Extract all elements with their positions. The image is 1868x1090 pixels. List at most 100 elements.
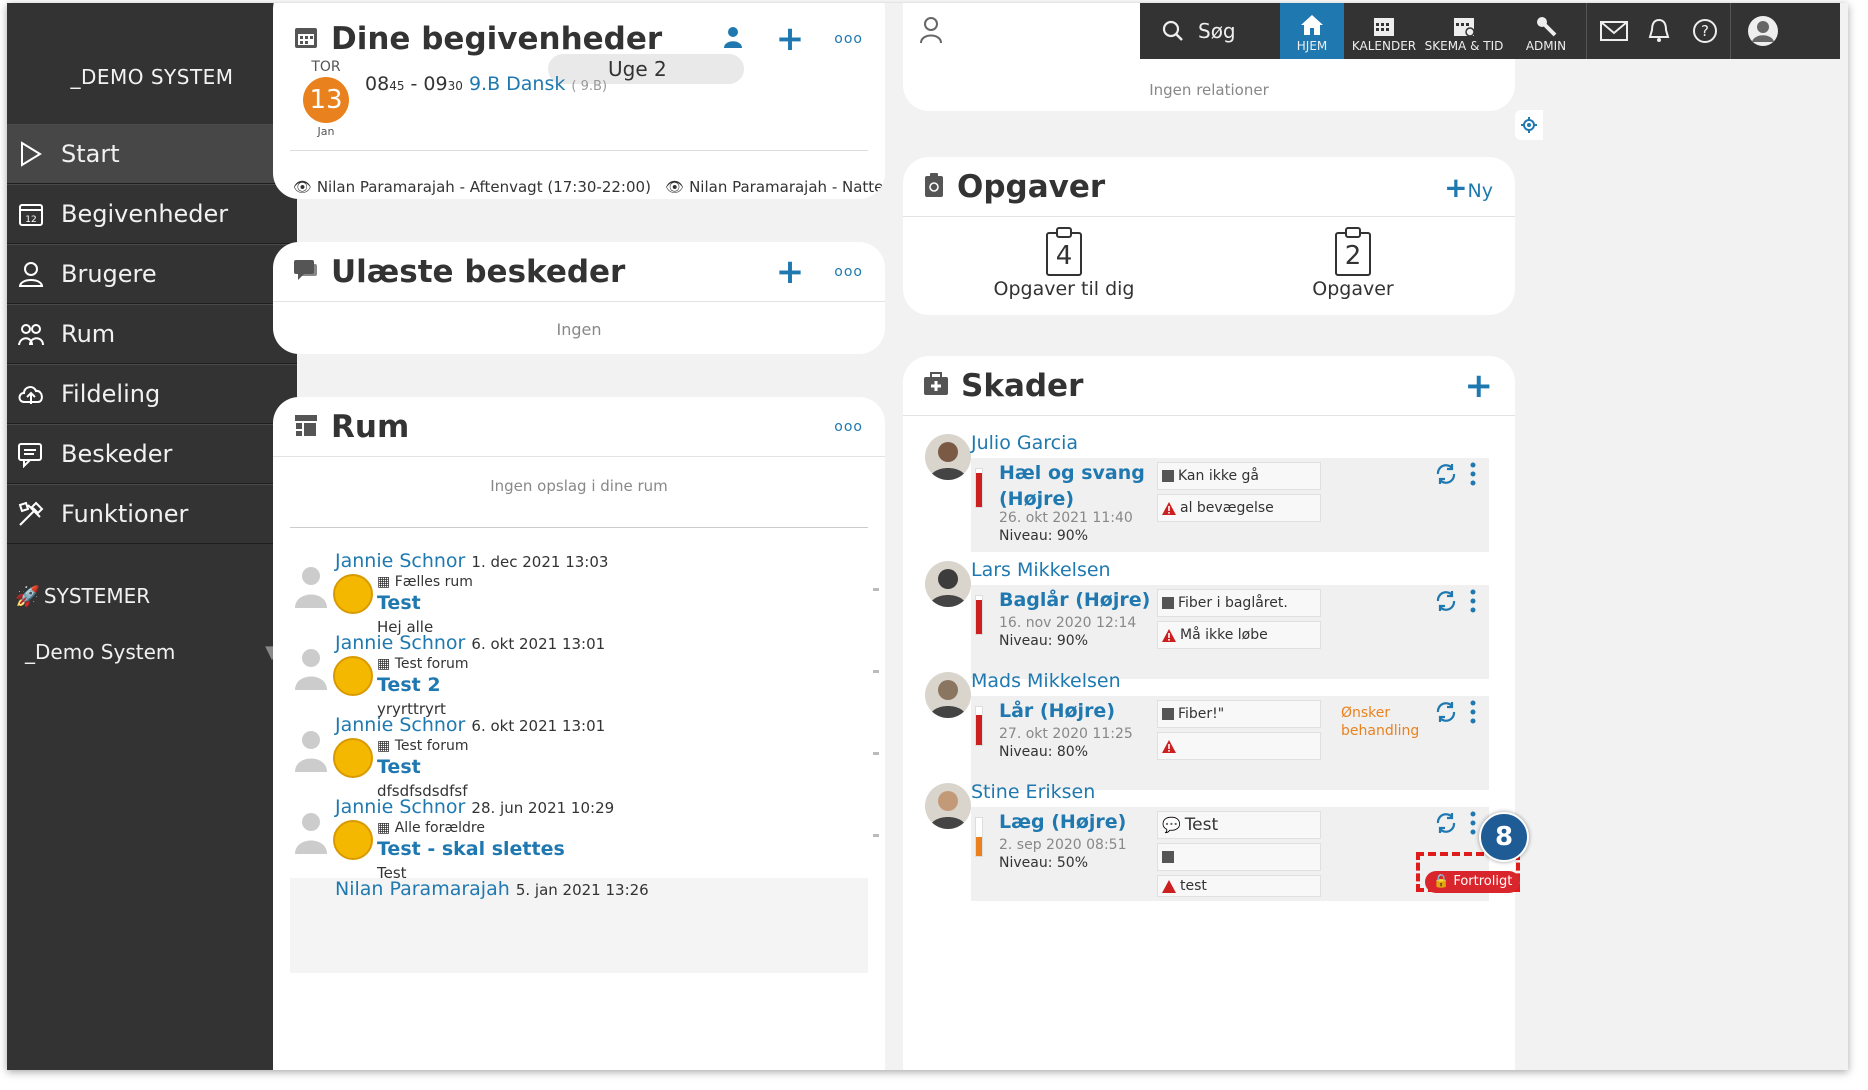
post-title[interactable]: Test [377, 592, 421, 614]
injury-row[interactable]: Baglår (Højre) 16. nov 2020 12:14 Niveau… [971, 585, 1489, 679]
warning-icon [1162, 501, 1176, 515]
player-name[interactable]: Mads Mikkelsen [971, 670, 1121, 692]
events-title: Dine begivenheder [331, 21, 663, 57]
injury-title[interactable]: Baglår (Højre) [999, 587, 1169, 613]
injury-restriction-text: al bevægelse [1180, 500, 1274, 516]
refresh-icon[interactable] [1434, 700, 1458, 724]
post-author[interactable]: Jannie Schnor 28. jun 2021 10:29 [335, 796, 614, 818]
search-button[interactable]: Søg [1140, 3, 1280, 59]
nav-admin[interactable]: ADMIN [1506, 3, 1586, 59]
post-author[interactable]: Jannie Schnor 1. dec 2021 13:03 [335, 550, 608, 572]
settings-gear-icon[interactable] [1515, 110, 1543, 140]
injury-row[interactable]: Hæl og svang (Højre) 26. okt 2021 11:40 … [971, 458, 1489, 552]
sidebar-item-label: Begivenheder [61, 200, 229, 228]
sidebar-item-start[interactable]: Start [7, 124, 297, 184]
user-silhouette-icon [919, 15, 945, 45]
events-card: Dine begivenheder + ooo Uge 2 TOR 13 Jan… [273, 3, 885, 199]
kebab-menu-icon[interactable] [1468, 589, 1478, 613]
nav-hjem[interactable]: HJEM [1280, 3, 1344, 59]
help-button[interactable]: ? [1678, 3, 1732, 59]
post-item[interactable]: Jannie Schnor 1. dec 2021 13:03 ▦ Fælles… [293, 550, 885, 645]
post-item[interactable]: Nilan Paramarajah 5. jan 2021 13:26 [290, 878, 868, 973]
sidebar-item-brugere[interactable]: Brugere [7, 244, 297, 304]
post-author[interactable]: Nilan Paramarajah 5. jan 2021 13:26 [335, 878, 649, 900]
sidebar-item-begivenheder[interactable]: 12 Begivenheder [7, 184, 297, 244]
post-author[interactable]: Jannie Schnor 6. okt 2021 13:01 [335, 632, 605, 654]
post-title[interactable]: Test [377, 756, 421, 778]
new-message-button[interactable]: + [776, 255, 805, 289]
nav-skema-tid[interactable]: SKEMA & TID [1422, 3, 1506, 59]
clipboard-icon [923, 172, 945, 202]
player-name[interactable]: Stine Eriksen [971, 781, 1095, 803]
injury-note: Kan ikke gå [1157, 462, 1321, 490]
more-options-icon[interactable]: ooo [834, 419, 863, 435]
rooms-actions: ooo [834, 397, 863, 457]
event-end-hour: 09 [423, 73, 448, 95]
event-month: Jan [317, 125, 335, 138]
injury-title[interactable]: Lår (Højre) [999, 698, 1169, 724]
refresh-icon[interactable] [1434, 589, 1458, 613]
new-task-label: Ny [1467, 179, 1493, 202]
sidebar-item-label: Start [61, 140, 120, 168]
warning-icon [1162, 879, 1176, 893]
sidebar-item-label: Funktioner [61, 500, 189, 528]
injury-title[interactable]: Hæl og svang (Højre) [999, 460, 1169, 512]
calendar-grid-icon [1374, 18, 1394, 36]
user-calendar-icon[interactable] [722, 25, 746, 53]
rooms-empty: Ingen opslag i dine rum [490, 477, 668, 495]
injury-row[interactable]: Læg (Højre) 2. sep 2020 08:51 Niveau: 50… [971, 807, 1489, 901]
unread-actions: + ooo [776, 242, 863, 302]
calendar-icon [293, 24, 319, 54]
scroll-indicator [873, 670, 879, 673]
rooms-title: Rum [331, 408, 410, 445]
injury-restriction: Må ikke løbe [1157, 621, 1321, 649]
kebab-menu-icon[interactable] [1468, 811, 1478, 835]
profile-button[interactable] [1730, 3, 1794, 59]
more-options-icon[interactable]: ooo [834, 31, 863, 47]
new-task-button[interactable]: +Ny [1444, 171, 1493, 204]
kebab-menu-icon[interactable] [1468, 462, 1478, 486]
unread-title: Ulæste beskeder [331, 253, 626, 290]
event-row[interactable]: 0845 - 0930 9.B Dansk ( 9.B) [365, 73, 607, 95]
sidebar-item-beskeder[interactable]: Beskeder [7, 424, 297, 484]
add-event-button[interactable]: + [776, 22, 805, 56]
sidebar-item-rum[interactable]: Rum [7, 304, 297, 364]
refresh-icon[interactable] [1434, 462, 1458, 486]
post-title[interactable]: Test - skal slettes [377, 838, 565, 860]
post-item[interactable]: Jannie Schnor 28. jun 2021 10:29 ▦ Alle … [293, 796, 885, 891]
post-item[interactable]: Jannie Schnor 6. okt 2021 13:01 ▦ Test f… [293, 632, 885, 727]
confidential-badge[interactable]: 🔒 Fortroligt [1425, 871, 1521, 893]
smiley-avatar [333, 820, 373, 860]
injury-date: 26. okt 2021 11:40 [999, 510, 1133, 526]
post-title[interactable]: Test 2 [377, 674, 441, 696]
scroll-indicator [873, 834, 879, 837]
more-options-icon[interactable]: ooo [834, 264, 863, 280]
sidebar-item-funktioner[interactable]: Funktioner [7, 484, 297, 544]
my-tasks[interactable]: 4 Opgaver til dig [964, 227, 1164, 300]
injury-row[interactable]: Lår (Højre) 27. okt 2020 11:25 Niveau: 8… [971, 696, 1489, 790]
player-name[interactable]: Julio Garcia [971, 432, 1078, 454]
post-item[interactable]: Jannie Schnor 6. okt 2021 13:01 ▦ Test f… [293, 714, 885, 809]
refresh-icon[interactable] [1434, 811, 1458, 835]
all-tasks-label: Opgaver [1312, 278, 1394, 300]
calendar-icon: 12 [15, 198, 47, 230]
duty-2[interactable]: Nilan Paramarajah - Nattevagt (22:00-06:… [689, 178, 885, 196]
player-name[interactable]: Lars Mikkelsen [971, 559, 1111, 581]
system-selector[interactable]: _Demo System ▼ [25, 640, 285, 664]
sidebar: ‹ _DEMO SYSTEM Start 12 Begivenheder Bru… [7, 3, 297, 1070]
duty-1[interactable]: Nilan Paramarajah - Aftenvagt (17:30-22:… [317, 178, 651, 196]
all-tasks-count: 2 [1344, 241, 1362, 271]
injury-title[interactable]: Læg (Højre) [999, 809, 1169, 835]
building-icon [293, 412, 319, 442]
kebab-menu-icon[interactable] [1468, 700, 1478, 724]
add-injury-button[interactable]: + [1465, 369, 1494, 403]
users-icon [15, 258, 47, 290]
unread-empty: Ingen [556, 320, 602, 339]
event-end-min: 30 [447, 79, 463, 93]
sidebar-item-fildeling[interactable]: Fildeling [7, 364, 297, 424]
nav-kalender[interactable]: KALENDER [1346, 3, 1422, 59]
post-author[interactable]: Jannie Schnor 6. okt 2021 13:01 [335, 714, 605, 736]
event-title-link[interactable]: 9.B Dansk [469, 73, 565, 95]
post-forum: ▦ Test forum [377, 656, 469, 672]
all-tasks[interactable]: 2 Opgaver [1253, 227, 1453, 300]
